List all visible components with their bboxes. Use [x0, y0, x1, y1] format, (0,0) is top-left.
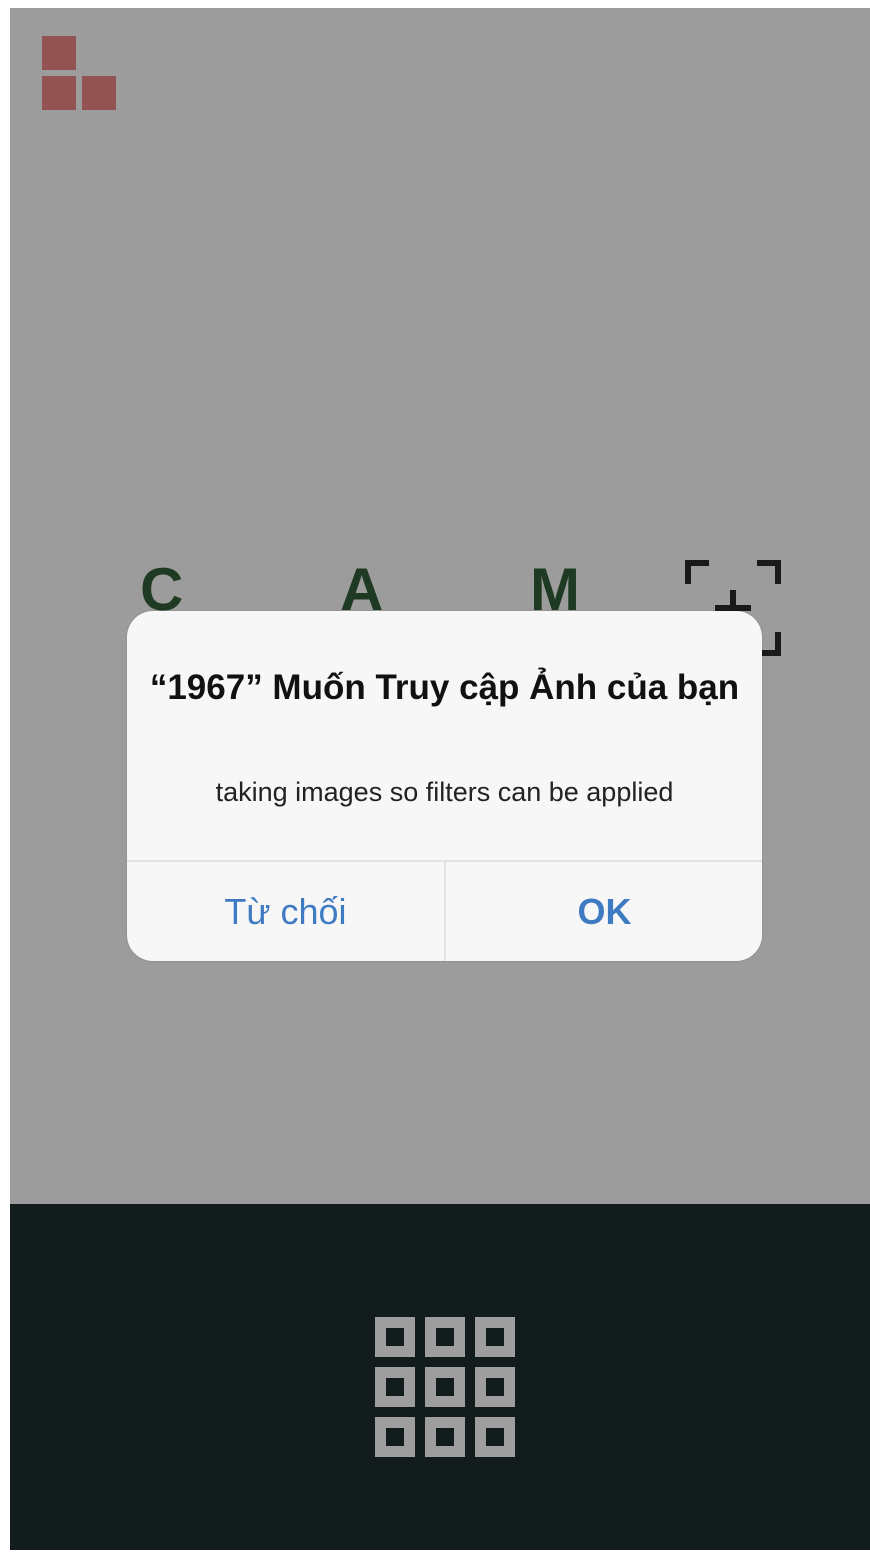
app-screen: C A M “1967” Muốn Truy cập Ảnh của bạn t…: [10, 8, 870, 1550]
grid-cell: [375, 1417, 415, 1457]
grid-cell: [375, 1367, 415, 1407]
grid-cell: [475, 1317, 515, 1357]
grid-cell: [425, 1367, 465, 1407]
ok-button[interactable]: OK: [446, 862, 762, 961]
photo-permission-alert: “1967” Muốn Truy cập Ảnh của bạn taking …: [127, 611, 762, 961]
grid-cell: [475, 1417, 515, 1457]
deny-button[interactable]: Từ chối: [127, 862, 444, 961]
alert-title: “1967” Muốn Truy cập Ảnh của bạn: [149, 668, 740, 707]
grid-cell: [375, 1317, 415, 1357]
grid-cell: [425, 1317, 465, 1357]
alert-overlay: “1967” Muốn Truy cập Ảnh của bạn taking …: [10, 8, 870, 1204]
grid-cell: [425, 1417, 465, 1457]
alert-message: taking images so filters can be applied: [215, 777, 674, 807]
grid-3x3-icon[interactable]: [375, 1317, 515, 1457]
bottom-toolbar: [10, 1204, 870, 1550]
grid-cell: [475, 1367, 515, 1407]
